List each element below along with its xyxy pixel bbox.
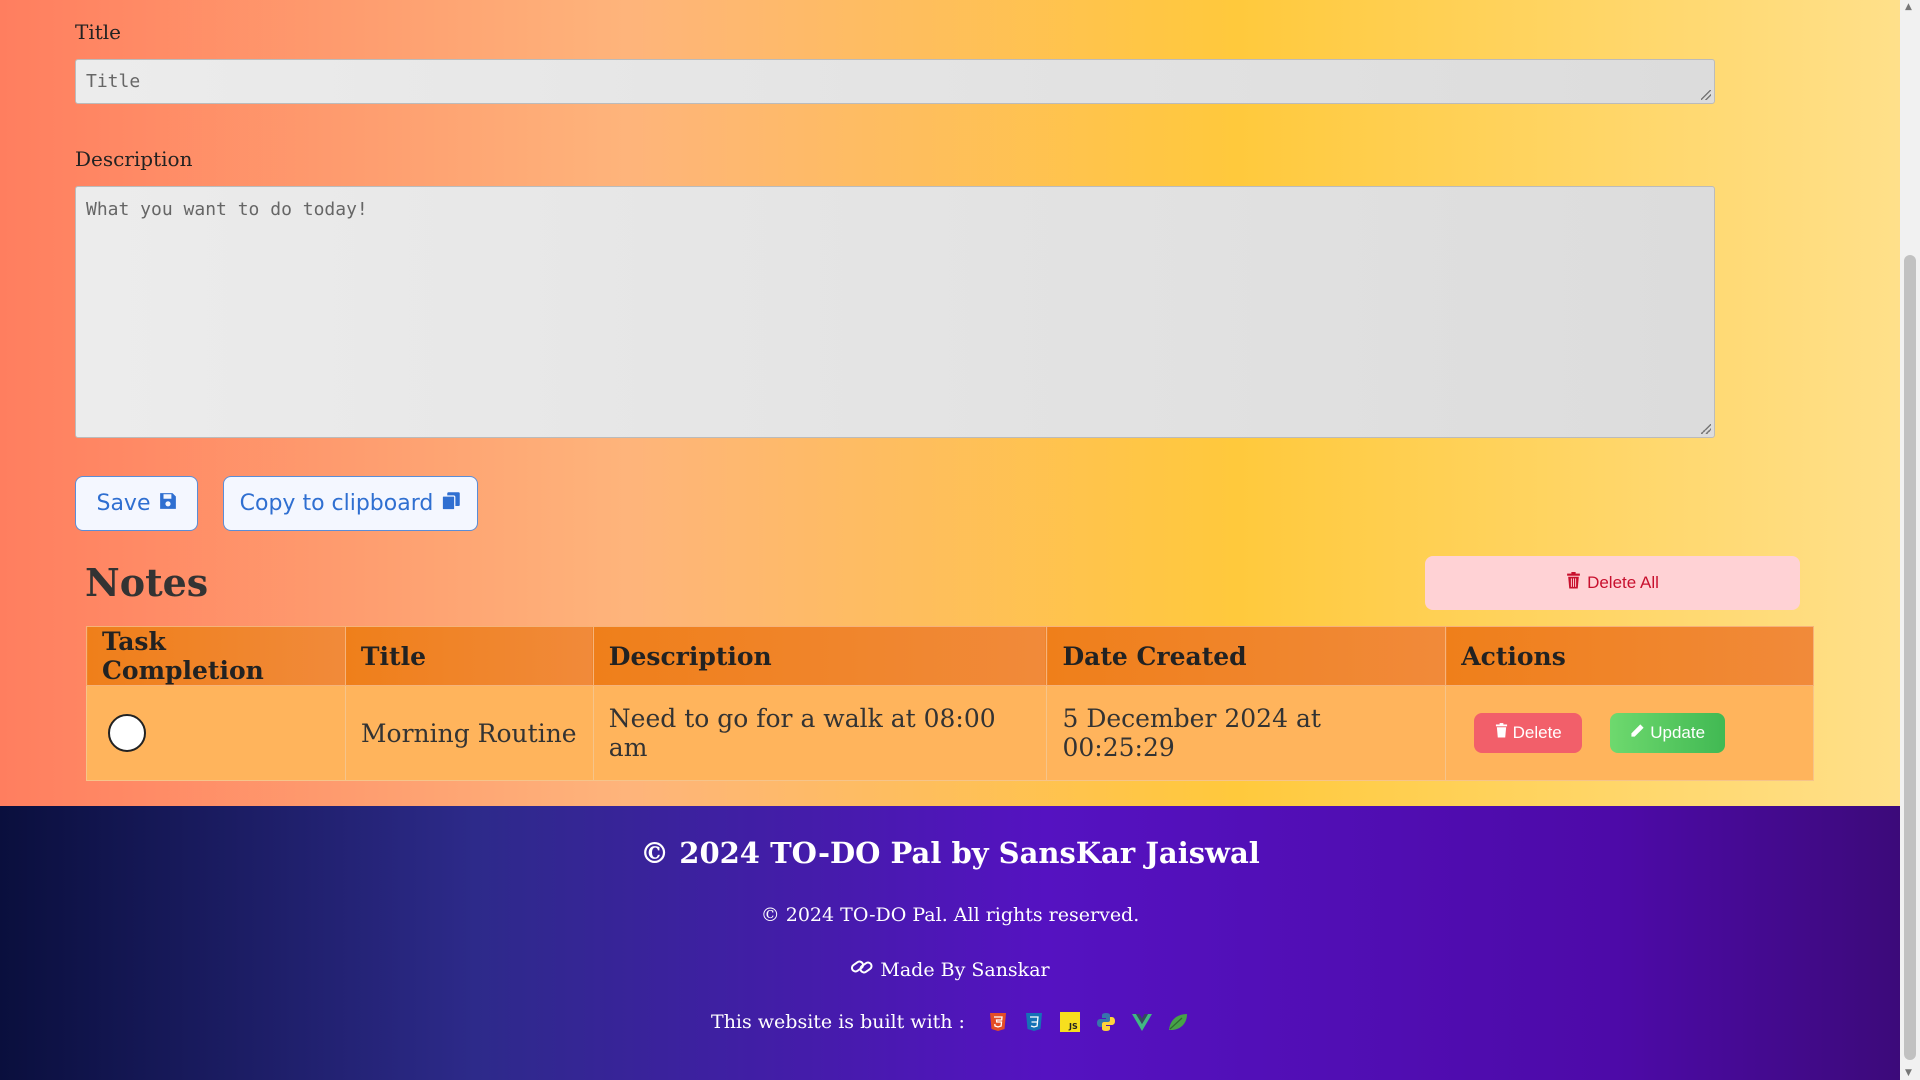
column-header: Date Created (1046, 626, 1447, 686)
scroll-up-arrow-icon[interactable]: ▲ (1905, 2, 1912, 12)
footer: © 2024 TO-DO Pal by SansKar Jaiswal © 20… (0, 806, 1900, 1080)
built-with-label: This website is built with : (711, 1011, 965, 1033)
vue-icon (1131, 1011, 1153, 1033)
delete-button[interactable]: Delete (1474, 713, 1583, 753)
task-completion-cell (86, 685, 346, 781)
description-textarea[interactable]: What you want to do today! (75, 186, 1715, 438)
note-date-created: 5 December 2024 at 00:25:29 (1046, 685, 1447, 781)
column-header: Actions (1445, 626, 1814, 686)
copy-to-clipboard-button[interactable]: Copy to clipboard (223, 476, 478, 531)
copy-label: Copy to clipboard (239, 491, 434, 516)
description-label: Description (75, 147, 193, 171)
trash-icon (1495, 723, 1508, 743)
column-header: Task Completion (86, 626, 346, 686)
note-title: Morning Routine (344, 685, 594, 781)
link-icon (850, 957, 874, 982)
pencil-icon (1630, 723, 1645, 743)
delete-all-button[interactable]: Delete All (1425, 556, 1800, 610)
column-header: Title (344, 626, 594, 686)
resize-grip-icon[interactable] (1701, 90, 1711, 100)
made-by-link[interactable]: Made By Sanskar (0, 957, 1900, 982)
save-button[interactable]: Save (75, 476, 198, 531)
python-icon (1095, 1011, 1117, 1033)
made-by-label: Made By Sanskar (880, 958, 1050, 981)
title-input[interactable]: Title (75, 59, 1715, 104)
footer-title: © 2024 TO-DO Pal by SansKar Jaiswal (640, 836, 1260, 870)
html5-icon (987, 1011, 1009, 1033)
copy-icon (441, 491, 461, 517)
main-content: Title Title Description What you want to… (0, 0, 1900, 806)
javascript-icon: JS (1059, 1011, 1081, 1033)
notes-table: Task Completion Title Description Date C… (86, 626, 1814, 781)
resize-grip-icon[interactable] (1701, 424, 1711, 434)
delete-all-label: Delete All (1587, 573, 1659, 592)
actions-cell: Delete Update (1445, 685, 1814, 781)
task-completion-radio[interactable] (108, 714, 146, 752)
notes-heading: Notes (85, 560, 209, 605)
scroll-down-arrow-icon[interactable]: ▼ (1905, 1068, 1912, 1078)
table-row: Morning Routine Need to go for a walk at… (86, 685, 1814, 781)
page: Title Title Description What you want to… (0, 0, 1920, 1080)
scrollbar-thumb[interactable] (1904, 255, 1916, 1060)
save-label: Save (96, 491, 151, 516)
footer-rights: © 2024 TO-DO Pal. All rights reserved. (760, 904, 1140, 926)
vertical-scrollbar[interactable]: ▲ ▼ (1900, 0, 1920, 1080)
css3-icon (1023, 1011, 1045, 1033)
update-button[interactable]: Update (1610, 713, 1726, 753)
title-placeholder: Title (86, 71, 141, 92)
column-header: Description (592, 626, 1048, 686)
title-label: Title (75, 20, 122, 44)
note-description: Need to go for a walk at 08:00 am (592, 685, 1048, 781)
description-placeholder: What you want to do today! (86, 199, 368, 220)
mongodb-leaf-icon (1167, 1011, 1189, 1033)
update-label: Update (1650, 723, 1706, 742)
floppy-disk-icon (159, 491, 177, 516)
table-header-row: Task Completion Title Description Date C… (86, 626, 1814, 686)
svg-text:JS: JS (1068, 1022, 1078, 1031)
trash-icon (1566, 572, 1581, 594)
built-with-row: This website is built with : JS (0, 1011, 1900, 1033)
delete-label: Delete (1512, 723, 1562, 742)
